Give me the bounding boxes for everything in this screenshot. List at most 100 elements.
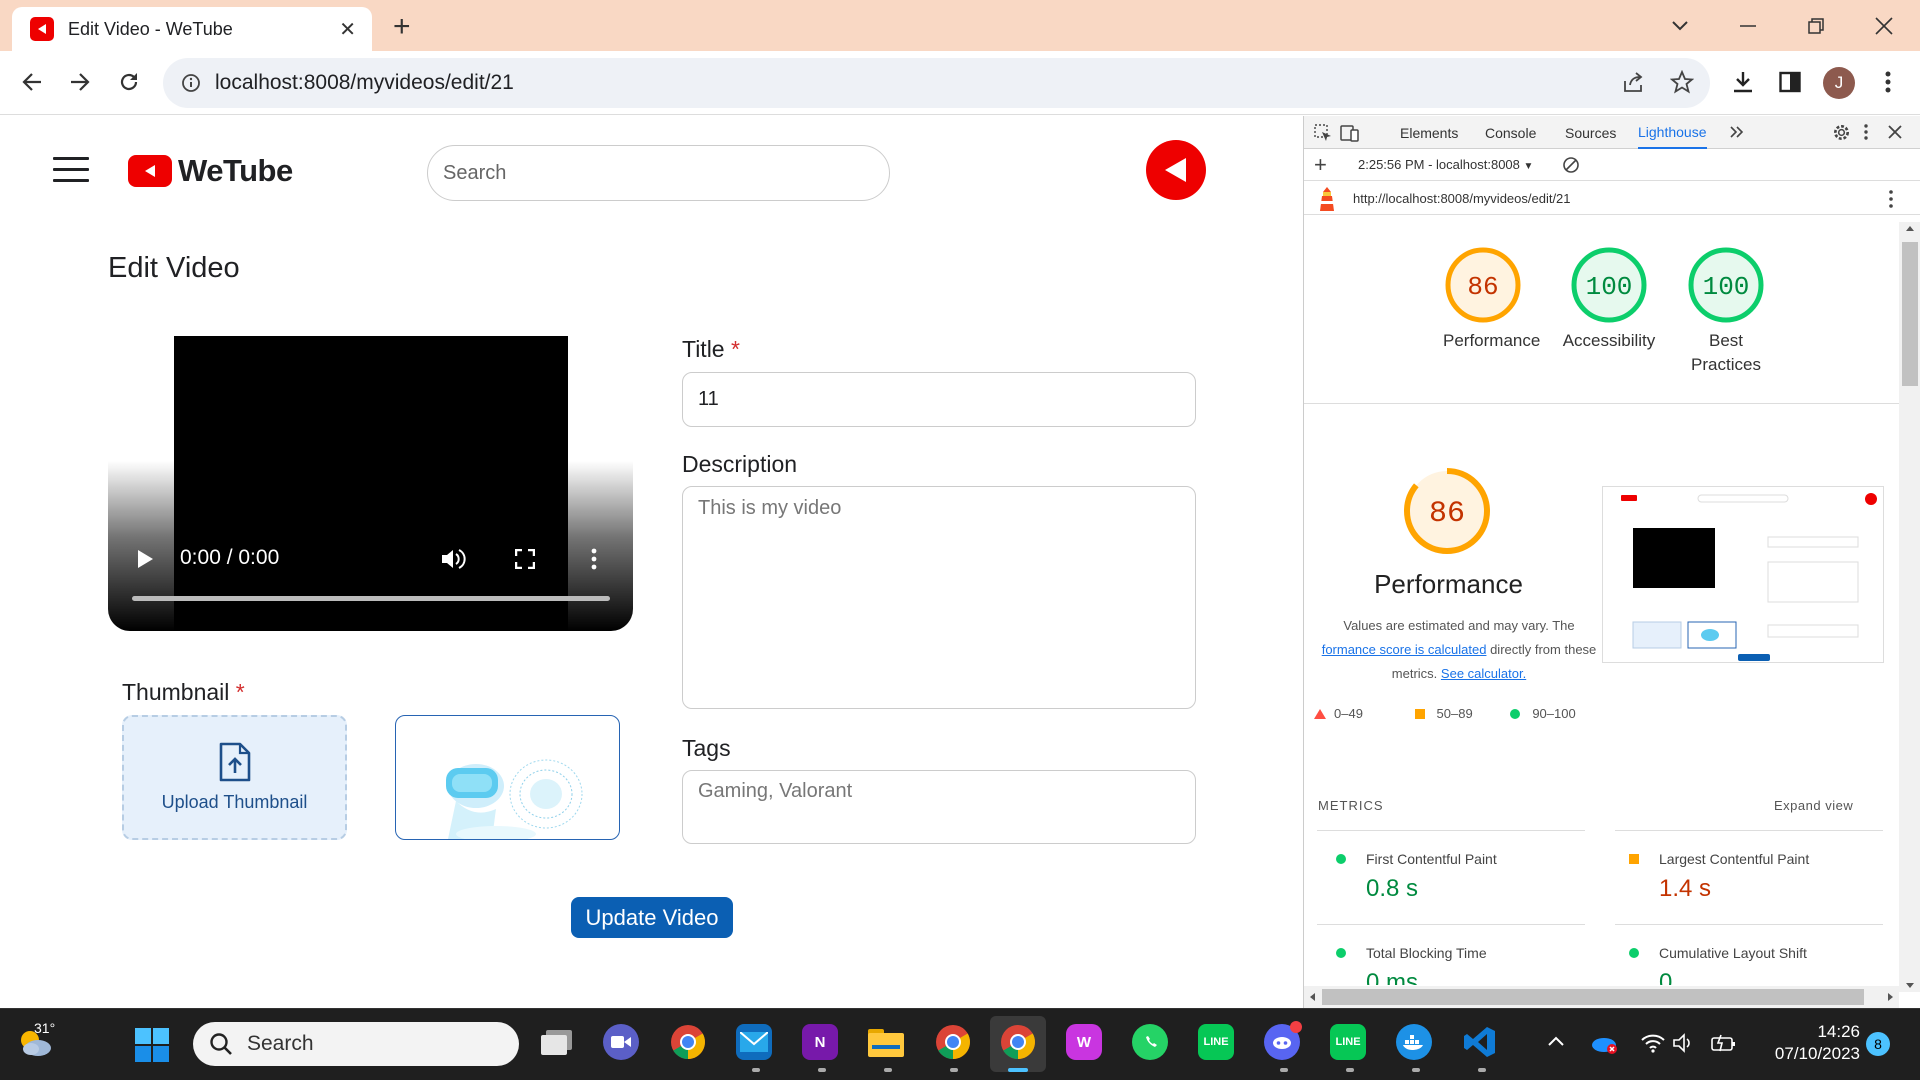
site-info-icon[interactable] xyxy=(181,73,201,93)
close-devtools-icon[interactable] xyxy=(1888,125,1902,139)
title-value: 11 xyxy=(698,388,719,410)
scrollbar-thumb[interactable] xyxy=(1902,242,1918,386)
gauge-ring-icon: 86 xyxy=(1445,247,1521,323)
metric-fcp: First Contentful Paint 0.8 s xyxy=(1336,851,1576,903)
volume-icon[interactable] xyxy=(440,548,466,570)
new-tab-icon[interactable]: + xyxy=(393,10,411,44)
devtools-menu-icon[interactable] xyxy=(1864,124,1868,140)
vertical-scrollbar[interactable] xyxy=(1899,222,1920,992)
description-input[interactable]: This is my video xyxy=(682,486,1196,709)
tray-chevron-up-icon[interactable] xyxy=(1547,1035,1565,1047)
title-input[interactable]: 11 xyxy=(682,372,1196,427)
volume-tray-icon[interactable] xyxy=(1673,1033,1695,1053)
side-panel-icon[interactable] xyxy=(1779,71,1801,93)
start-windows-icon[interactable] xyxy=(134,1027,170,1063)
final-screenshot-thumbnail[interactable] xyxy=(1602,486,1884,663)
tab-sources[interactable]: Sources xyxy=(1565,116,1616,149)
metric-value: 0 ms xyxy=(1366,969,1419,985)
share-icon[interactable] xyxy=(1621,71,1645,93)
teams-meet-icon[interactable] xyxy=(603,1024,639,1060)
forward-arrow-icon[interactable] xyxy=(60,62,100,102)
expand-view-link[interactable]: Expand view xyxy=(1774,798,1853,813)
pass-dot-icon xyxy=(1336,854,1346,864)
report-url[interactable]: http://localhost:8008/myvideos/edit/21 xyxy=(1353,191,1571,206)
tab-elements[interactable]: Elements xyxy=(1400,116,1458,149)
taskbar-search[interactable]: Search xyxy=(193,1022,519,1066)
report-menu-icon[interactable] xyxy=(1889,190,1893,208)
docker-icon[interactable] xyxy=(1396,1024,1432,1060)
tab-search-chevron-icon[interactable] xyxy=(1662,8,1698,44)
wps-office-icon[interactable]: W xyxy=(1066,1024,1102,1060)
line-icon[interactable]: LINE xyxy=(1198,1024,1234,1060)
see-calculator-link[interactable]: See calculator. xyxy=(1441,666,1526,681)
battery-icon[interactable] xyxy=(1711,1034,1737,1052)
video-player[interactable]: 0:00 / 0:00 xyxy=(108,336,633,631)
gauge-accessibility[interactable]: 100 Accessibility xyxy=(1559,245,1659,353)
profile-avatar[interactable]: J xyxy=(1823,67,1855,99)
chrome-icon[interactable] xyxy=(670,1024,706,1060)
close-tab-icon[interactable]: ✕ xyxy=(339,17,356,42)
tags-input[interactable]: Gaming, Valorant xyxy=(682,770,1196,844)
weather-widget[interactable]: 31° xyxy=(12,1018,62,1068)
file-explorer-icon[interactable] xyxy=(868,1024,904,1060)
reload-icon[interactable] xyxy=(109,62,149,102)
video-progress-bar[interactable] xyxy=(132,596,610,601)
report-selector[interactable]: 2:25:56 PM - localhost:8008 ▼ xyxy=(1358,157,1533,172)
scrollbar-thumb[interactable] xyxy=(1322,989,1864,1005)
gauge-ring-icon: 100 xyxy=(1571,247,1647,323)
score-calculated-link[interactable]: formance score is calculated xyxy=(1322,642,1487,657)
tab-lighthouse[interactable]: Lighthouse xyxy=(1638,116,1707,149)
gauge-performance[interactable]: 86 Performance xyxy=(1443,245,1540,353)
clear-reports-icon[interactable] xyxy=(1562,156,1580,174)
bookmark-star-icon[interactable] xyxy=(1670,70,1694,94)
metric-value: 0.8 s xyxy=(1366,875,1419,902)
more-tabs-icon[interactable] xyxy=(1729,125,1745,139)
minimize-icon[interactable] xyxy=(1730,8,1766,44)
tab-title: Edit Video - WeTube xyxy=(68,18,233,39)
play-icon[interactable] xyxy=(136,549,154,569)
back-arrow-icon[interactable] xyxy=(12,62,52,102)
new-report-icon[interactable]: + xyxy=(1314,154,1327,176)
chrome-profile-icon[interactable] xyxy=(935,1024,971,1060)
user-menu-button[interactable] xyxy=(1146,140,1206,200)
metric-name: Total Blocking Time xyxy=(1366,945,1487,961)
video-more-options-icon[interactable] xyxy=(591,548,597,570)
search-input[interactable] xyxy=(427,145,890,201)
onedrive-icon[interactable] xyxy=(1590,1034,1618,1054)
notification-badge[interactable]: 8 xyxy=(1866,1032,1890,1056)
gauge-best-practices[interactable]: 100 Best Practices xyxy=(1676,245,1776,377)
close-window-icon[interactable] xyxy=(1866,8,1902,44)
metric-tbt: Total Blocking Time 0 ms xyxy=(1336,945,1576,985)
wifi-icon[interactable] xyxy=(1640,1032,1666,1054)
legend-fail-icon xyxy=(1314,709,1326,719)
device-toolbar-icon[interactable] xyxy=(1340,124,1360,142)
tab-console[interactable]: Console xyxy=(1485,116,1536,149)
address-bar[interactable]: localhost:8008/myvideos/edit/21 xyxy=(163,58,1710,108)
chrome-active-icon[interactable] xyxy=(1000,1024,1036,1060)
horizontal-scrollbar[interactable] xyxy=(1304,986,1899,1008)
divider xyxy=(1317,924,1585,925)
fullscreen-icon[interactable] xyxy=(515,549,535,569)
task-view-icon[interactable] xyxy=(539,1024,575,1060)
whatsapp-icon[interactable] xyxy=(1132,1024,1168,1060)
mail-icon[interactable] xyxy=(736,1024,772,1060)
upload-thumbnail-button[interactable]: Upload Thumbnail xyxy=(122,715,347,840)
line-second-icon[interactable]: LINE xyxy=(1330,1024,1366,1060)
onenote-icon[interactable]: N xyxy=(802,1024,838,1060)
svg-text:100: 100 xyxy=(1586,272,1633,302)
restore-icon[interactable] xyxy=(1798,8,1834,44)
hamburger-menu-icon[interactable] xyxy=(53,157,89,183)
settings-gear-icon[interactable] xyxy=(1832,123,1851,142)
clock[interactable]: 14:26 07/10/2023 xyxy=(1760,1021,1860,1065)
inspect-element-icon[interactable] xyxy=(1314,124,1332,142)
wetube-logo[interactable]: WeTube xyxy=(128,153,293,189)
browser-tab[interactable]: Edit Video - WeTube ✕ xyxy=(12,7,372,51)
update-video-button[interactable]: Update Video xyxy=(571,897,733,938)
download-icon[interactable] xyxy=(1731,70,1755,94)
thumbnail-preview[interactable] xyxy=(395,715,620,840)
vscode-icon[interactable] xyxy=(1462,1024,1498,1060)
performance-big-gauge: 86 xyxy=(1401,465,1493,557)
browser-menu-icon[interactable] xyxy=(1885,70,1891,94)
divider xyxy=(1317,830,1585,831)
divider xyxy=(1615,924,1883,925)
